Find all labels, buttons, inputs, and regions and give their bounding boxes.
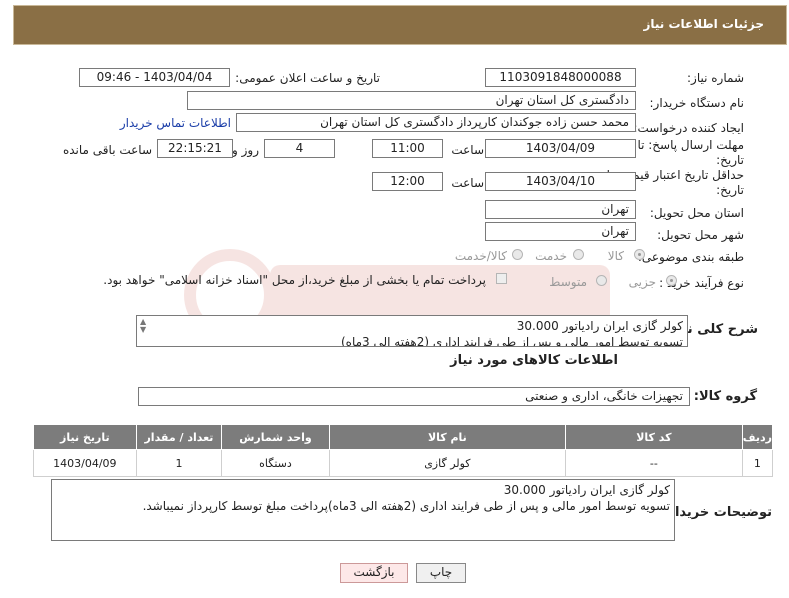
need-number-label: شماره نیاز: xyxy=(687,71,744,85)
column-header-need-date: تاریخ نیاز xyxy=(33,424,137,450)
purchase-option-medium: متوسط xyxy=(549,275,587,289)
buyer-org-field: دادگستری کل استان تهران xyxy=(187,91,636,110)
purchase-option-partial: جزیی xyxy=(628,275,656,289)
page-header: جزئیات اطلاعات نیاز xyxy=(13,5,787,45)
reply-date-field: 1403/04/09 xyxy=(485,139,636,158)
buyer-notes-label: توضیحات خریدار: xyxy=(662,505,772,520)
purchase-note: پرداخت تمام یا بخشی از مبلغ خرید،از محل … xyxy=(103,273,486,287)
announce-datetime-field: 1403/04/04 - 09:46 xyxy=(79,68,230,87)
category-radio-service[interactable] xyxy=(573,249,584,260)
column-header-quantity: تعداد / مقدار xyxy=(135,424,223,450)
remaining-days-field: 4 xyxy=(264,139,335,158)
purchase-radio-medium[interactable] xyxy=(596,275,607,286)
buyer-org-label: نام دستگاه خریدار: xyxy=(649,96,745,110)
goods-group-label: گروه کالا: xyxy=(693,389,757,404)
category-radio-goods-service[interactable] xyxy=(512,249,523,260)
items-table: تاریخ نیاز تعداد / مقدار واحد شمارش نام … xyxy=(33,424,774,477)
buyer-notes-textarea[interactable]: کولر گازی ایران رادیاتور 30.000 تسویه تو… xyxy=(51,479,675,541)
reply-time-label: ساعت xyxy=(451,143,484,157)
validity-date-field: 1403/04/10 xyxy=(485,172,636,191)
print-button[interactable]: چاپ xyxy=(416,563,466,583)
need-number-field: 1103091848000088 xyxy=(485,68,636,87)
city-label: شهر محل تحویل: xyxy=(657,228,744,242)
announce-datetime-label: تاریخ و ساعت اعلان عمومی: xyxy=(235,71,380,85)
remaining-time-field: 22:15:21 xyxy=(157,139,233,158)
column-header-item-code: کد کالا xyxy=(565,424,743,450)
province-field: تهران xyxy=(485,200,636,219)
price-validity-label-2: تاریخ: xyxy=(716,183,744,197)
category-radio-goods[interactable] xyxy=(634,249,645,260)
table-row: 1403/04/09 1 دستگاه کولر گازی -- 1 xyxy=(33,449,774,477)
validity-time-field: 12:00 xyxy=(372,172,443,191)
column-header-unit: واحد شمارش xyxy=(221,424,330,450)
category-option-goods: کالا xyxy=(607,249,624,263)
days-and-label: روز و xyxy=(232,143,259,157)
remaining-label: ساعت باقی مانده xyxy=(62,143,152,157)
cell-unit: دستگاه xyxy=(221,449,330,477)
category-option-service: خدمت xyxy=(535,249,567,263)
goods-group-field: تجهیزات خانگی، اداری و صنعتی xyxy=(138,387,690,406)
province-label: استان محل تحویل: xyxy=(649,206,744,220)
category-option-goods-service: کالا/خدمت xyxy=(454,249,507,263)
reply-time-field: 11:00 xyxy=(372,139,443,158)
cell-item-code: -- xyxy=(565,449,743,477)
cell-need-date: 1403/04/09 xyxy=(33,449,137,477)
requester-field: محمد حسن زاده جوکندان کارپرداز دادگستری … xyxy=(236,113,636,132)
back-button[interactable]: بازگشت xyxy=(340,563,408,583)
description-textarea[interactable]: کولر گازی ایران رادیاتور 30.000 تسویه تو… xyxy=(136,315,688,347)
column-header-row: ردیف xyxy=(741,424,774,450)
table-header-row: تاریخ نیاز تعداد / مقدار واحد شمارش نام … xyxy=(33,424,774,450)
validity-time-label: ساعت xyxy=(451,176,484,190)
requester-label: ایجاد کننده درخواست: xyxy=(633,121,744,135)
column-header-item-name: نام کالا xyxy=(328,424,567,450)
cell-item-name: کولر گازی xyxy=(328,449,567,477)
cell-row-number: 1 xyxy=(741,449,774,477)
page-title: جزئیات اطلاعات نیاز xyxy=(643,17,764,31)
purchase-radio-partial[interactable] xyxy=(666,275,677,286)
scroll-arrows-icon[interactable]: ▲ ▼ xyxy=(140,318,146,334)
city-field: تهران xyxy=(485,222,636,241)
reply-deadline-label-2: تاریخ: xyxy=(716,153,744,167)
reply-deadline-label: مهلت ارسال پاسخ: تا xyxy=(637,138,744,152)
buyer-contact-link[interactable]: اطلاعات تماس خریدار xyxy=(120,116,231,130)
cell-quantity: 1 xyxy=(135,449,223,477)
treasury-checkbox[interactable] xyxy=(496,273,507,284)
goods-info-heading: اطلاعات کالاهای مورد نیاز xyxy=(450,353,618,368)
category-label: طبقه بندی موضوعی: xyxy=(637,250,744,264)
